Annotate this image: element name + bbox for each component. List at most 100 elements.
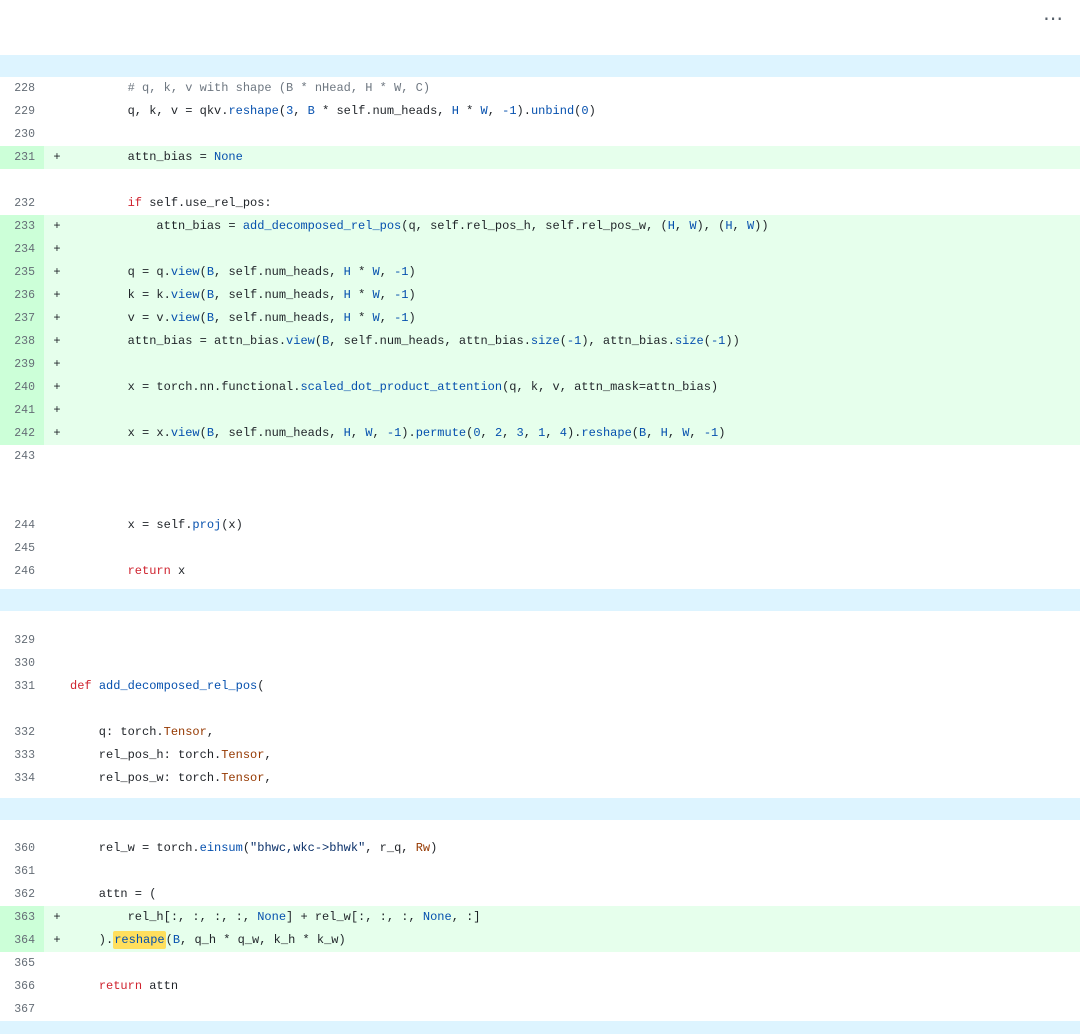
diff-marker [44,883,70,906]
line-number[interactable]: 231 [0,146,44,169]
code-line [70,399,1080,422]
diff-marker [44,744,70,767]
code-line: rel_pos_h: torch.Tensor, [70,744,1080,767]
line-number[interactable]: 361 [0,860,44,883]
diff-code-row: 363+ rel_h[:, :, :, :, None] + rel_w[:, … [0,906,1080,929]
line-number[interactable]: 330 [0,652,44,675]
line-number[interactable]: 367 [0,998,44,1021]
diff-marker: + [44,906,70,929]
diff-marker [44,514,70,537]
expand-hunk-row[interactable] [0,1021,1080,1034]
line-number[interactable]: 238 [0,330,44,353]
diff-code-row: 367 [0,998,1080,1021]
line-number[interactable]: 334 [0,767,44,790]
diff-marker: + [44,215,70,238]
diff-code-row: 232 if self.use_rel_pos: [0,192,1080,215]
diff-marker [44,952,70,975]
diff-marker: + [44,238,70,261]
diff-marker: + [44,399,70,422]
diff-gap [0,169,1080,192]
diff-code-row: 231+ attn_bias = None [0,146,1080,169]
diff-gap [0,790,1080,798]
code-line [70,860,1080,883]
code-line [70,629,1080,652]
diff-marker: + [44,307,70,330]
line-number[interactable]: 331 [0,675,44,698]
code-line: return x [70,560,1080,583]
line-number[interactable]: 244 [0,514,44,537]
diff-code-row: 361 [0,860,1080,883]
diff-marker: + [44,929,70,952]
diff-marker [44,860,70,883]
line-number[interactable]: 364 [0,929,44,952]
line-number[interactable]: 332 [0,721,44,744]
code-line [70,238,1080,261]
line-number[interactable]: 229 [0,100,44,123]
line-number[interactable]: 232 [0,192,44,215]
code-line [70,353,1080,376]
diff-code-row: 244 x = self.proj(x) [0,514,1080,537]
line-number[interactable]: 366 [0,975,44,998]
diff-marker [44,77,70,100]
line-number[interactable]: 363 [0,906,44,929]
line-number[interactable]: 245 [0,537,44,560]
expand-hunk-row[interactable] [0,589,1080,611]
diff-marker: + [44,330,70,353]
line-number[interactable]: 236 [0,284,44,307]
diff-code-row: 234+ [0,238,1080,261]
diff-code-row: 229 q, k, v = qkv.reshape(3, B * self.nu… [0,100,1080,123]
expand-hunk-row[interactable] [0,55,1080,77]
diff-marker: + [44,422,70,445]
diff-marker [44,998,70,1021]
code-line [70,537,1080,560]
code-line: attn_bias = attn_bias.view(B, self.num_h… [70,330,1080,353]
diff-marker [44,837,70,860]
line-number[interactable]: 241 [0,399,44,422]
line-number[interactable]: 233 [0,215,44,238]
code-line: # q, k, v with shape (B * nHead, H * W, … [70,77,1080,100]
line-number[interactable]: 365 [0,952,44,975]
code-line [70,998,1080,1021]
line-number[interactable]: 228 [0,77,44,100]
code-line: return attn [70,975,1080,998]
expand-hunk-row[interactable] [0,798,1080,820]
diff-code-row: 233+ attn_bias = add_decomposed_rel_pos(… [0,215,1080,238]
code-line: rel_h[:, :, :, :, None] + rel_w[:, :, :,… [70,906,1080,929]
code-line: q: torch.Tensor, [70,721,1080,744]
line-number[interactable]: 234 [0,238,44,261]
line-number[interactable]: 230 [0,123,44,146]
diff-marker: + [44,146,70,169]
line-number[interactable]: 235 [0,261,44,284]
diff-code-row: 246 return x [0,560,1080,583]
code-line: attn_bias = add_decomposed_rel_pos(q, se… [70,215,1080,238]
diff-gap [0,820,1080,837]
diff-code-row: 332 q: torch.Tensor, [0,721,1080,744]
diff-marker [44,767,70,790]
line-number[interactable]: 333 [0,744,44,767]
diff-marker [44,445,70,468]
line-number[interactable]: 243 [0,445,44,468]
diff-code-row: 365 [0,952,1080,975]
kebab-menu-icon[interactable]: ⋯ [1043,6,1064,30]
line-number[interactable]: 362 [0,883,44,906]
diff-code-row: 329 [0,629,1080,652]
diff-code-row: 333 rel_pos_h: torch.Tensor, [0,744,1080,767]
diff-code-row: 243 [0,445,1080,468]
code-line [70,652,1080,675]
line-number[interactable]: 240 [0,376,44,399]
code-line: k = k.view(B, self.num_heads, H * W, -1) [70,284,1080,307]
line-number[interactable]: 246 [0,560,44,583]
code-line: if self.use_rel_pos: [70,192,1080,215]
line-number[interactable]: 329 [0,629,44,652]
diff-gap [0,468,1080,514]
code-line: x = self.proj(x) [70,514,1080,537]
line-number[interactable]: 237 [0,307,44,330]
line-number[interactable]: 242 [0,422,44,445]
diff-marker: + [44,353,70,376]
code-line: q, k, v = qkv.reshape(3, B * self.num_he… [70,100,1080,123]
diff-marker [44,675,70,698]
line-number[interactable]: 360 [0,837,44,860]
diff-code-row: 237+ v = v.view(B, self.num_heads, H * W… [0,307,1080,330]
line-number[interactable]: 239 [0,353,44,376]
diff-code-row: 239+ [0,353,1080,376]
